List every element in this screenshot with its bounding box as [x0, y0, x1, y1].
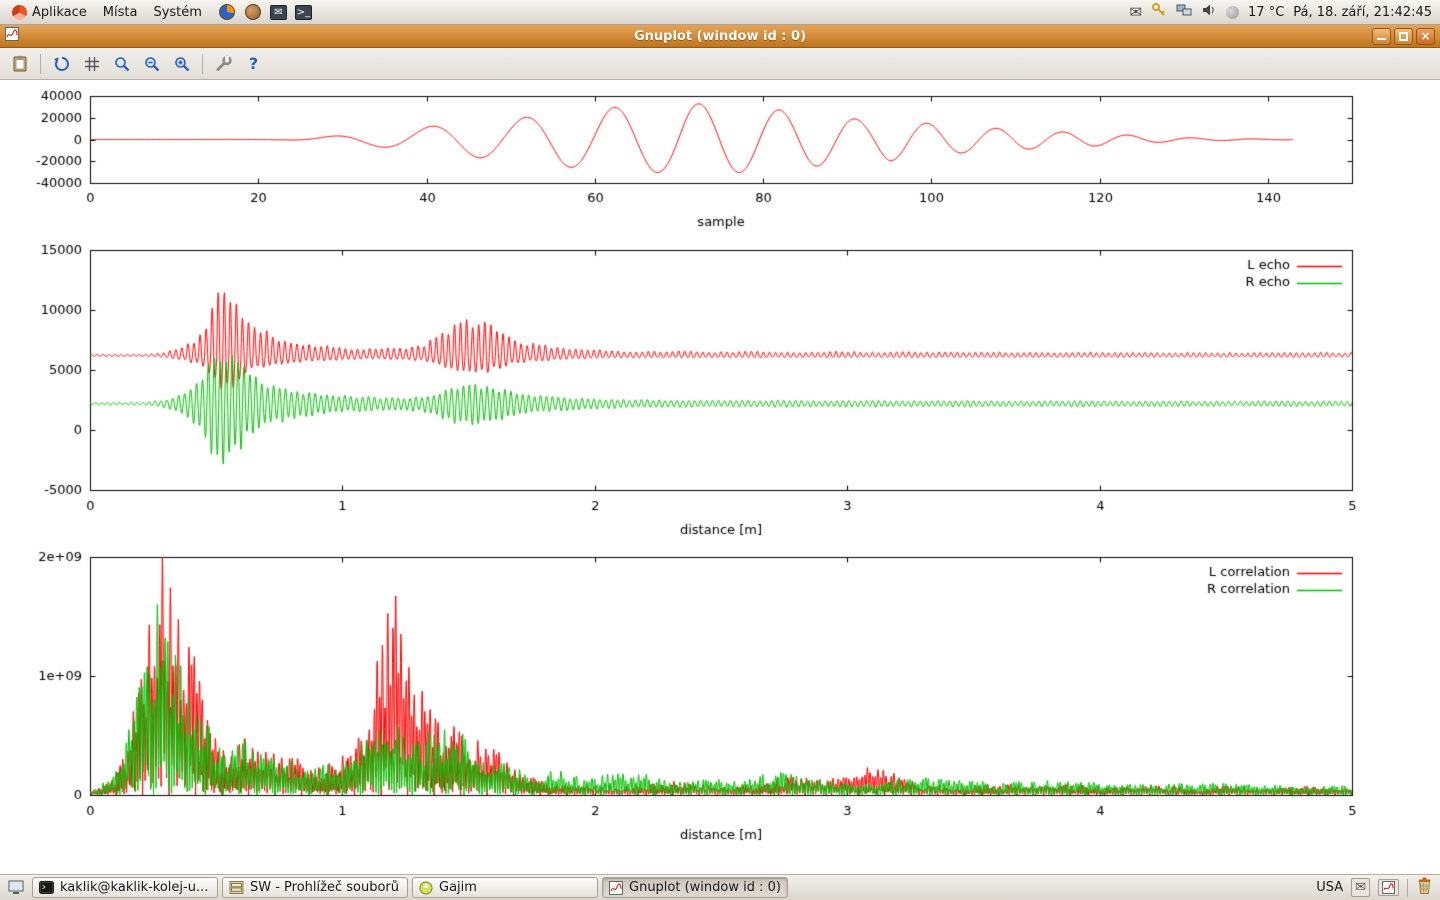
wrench-icon: [215, 55, 233, 73]
sample-waveform-chart[interactable]: [0, 80, 1440, 230]
clipboard-icon: [11, 55, 29, 73]
terminal-launcher-icon[interactable]: >_: [295, 5, 312, 20]
globe-launcher-icon[interactable]: [244, 3, 262, 21]
toggle-grid-button[interactable]: [78, 51, 105, 77]
panel-launchers: ✉ >_: [218, 3, 312, 21]
titlebar[interactable]: Gnuplot (window id : 0) ×: [0, 25, 1440, 48]
grid-icon: [83, 55, 101, 73]
echo-chart[interactable]: [0, 230, 1440, 545]
trash-icon[interactable]: [1416, 876, 1433, 899]
window-title: Gnuplot (window id : 0): [0, 29, 1440, 44]
window-controls: ×: [1372, 28, 1435, 45]
ubuntu-logo-icon: [12, 5, 27, 20]
magnifier-icon: [113, 55, 131, 73]
tray-gnuplot-icon[interactable]: [1378, 879, 1399, 896]
network-icon[interactable]: [1176, 2, 1192, 22]
taskbar: kaklik@kaklik-kolej-u... SW - Prohlížeč …: [0, 874, 1440, 900]
taskbar-item-label: kaklik@kaklik-kolej-u...: [60, 880, 208, 895]
menu-system[interactable]: Systém: [145, 3, 209, 22]
taskbar-item-label: SW - Prohlížeč souborů: [250, 880, 399, 895]
taskbar-item-gnuplot[interactable]: Gnuplot (window id : 0): [602, 877, 788, 898]
magnifier-plus-icon: [173, 55, 191, 73]
magnifier-minus-icon: [143, 55, 161, 73]
keyboard-layout-indicator[interactable]: USA: [1316, 880, 1343, 895]
mail-notification-icon[interactable]: ✉: [1129, 3, 1142, 21]
show-desktop-button[interactable]: [4, 877, 28, 898]
menu-system-label: Systém: [153, 5, 201, 20]
taskbar-right: USA ✉: [1316, 876, 1436, 899]
taskbar-item-gajim[interactable]: Gajim: [412, 877, 598, 898]
copy-to-clipboard-button[interactable]: [6, 51, 33, 77]
terminal-icon: [39, 881, 54, 894]
minimize-button[interactable]: [1372, 28, 1391, 45]
replot-button[interactable]: [48, 51, 75, 77]
toolbar-separator: [202, 54, 203, 74]
taskbar-item-label: Gajim: [439, 880, 477, 895]
help-button[interactable]: ?: [240, 51, 267, 77]
toolbar: ?: [0, 48, 1440, 80]
clock-label[interactable]: Pá, 18. září, 21:42:45: [1293, 5, 1432, 20]
menu-applications-label: Aplikace: [32, 5, 87, 20]
menu-places[interactable]: Místa: [95, 3, 146, 22]
zoom-in-button[interactable]: [168, 51, 195, 77]
menu-applications[interactable]: Aplikace: [4, 3, 95, 22]
tray-mail-icon[interactable]: ✉: [1351, 878, 1370, 897]
zoom-out-button[interactable]: [138, 51, 165, 77]
monitor-icon: [8, 880, 24, 895]
mail-launcher-icon[interactable]: ✉: [270, 5, 287, 20]
refresh-icon: [53, 55, 71, 73]
weather-icon[interactable]: [1226, 6, 1239, 19]
top-panel: Aplikace Místa Systém ✉ >_ ✉ 17 °C Pá, 1…: [0, 0, 1440, 25]
configure-button[interactable]: [210, 51, 237, 77]
panel-right: ✉ 17 °C Pá, 18. září, 21:42:45: [1129, 2, 1440, 22]
window-icon: [5, 27, 19, 45]
taskbar-separator: [1407, 879, 1408, 897]
menu-places-label: Místa: [103, 5, 138, 20]
taskbar-item-label: Gnuplot (window id : 0): [629, 880, 781, 895]
toolbar-separator: [40, 54, 41, 74]
gnuplot-window: Gnuplot (window id : 0) × ?: [0, 25, 1440, 874]
keyring-icon[interactable]: [1151, 2, 1167, 22]
taskbar-item-terminal[interactable]: kaklik@kaklik-kolej-u...: [32, 877, 218, 898]
panel-left: Aplikace Místa Systém ✉ >_: [0, 3, 312, 22]
file-manager-icon: [229, 881, 244, 894]
maximize-button[interactable]: [1394, 28, 1413, 45]
gnuplot-icon: [609, 881, 623, 895]
taskbar-item-file-browser[interactable]: SW - Prohlížeč souborů: [222, 877, 408, 898]
close-button[interactable]: ×: [1416, 28, 1435, 45]
firefox-launcher-icon[interactable]: [218, 3, 236, 21]
volume-icon[interactable]: [1201, 2, 1217, 22]
temperature-label[interactable]: 17 °C: [1248, 5, 1284, 20]
help-icon: ?: [249, 54, 258, 73]
plot-area: [0, 80, 1440, 861]
correlation-chart[interactable]: [0, 545, 1440, 861]
autoscale-button[interactable]: [108, 51, 135, 77]
gajim-icon: [419, 881, 433, 895]
